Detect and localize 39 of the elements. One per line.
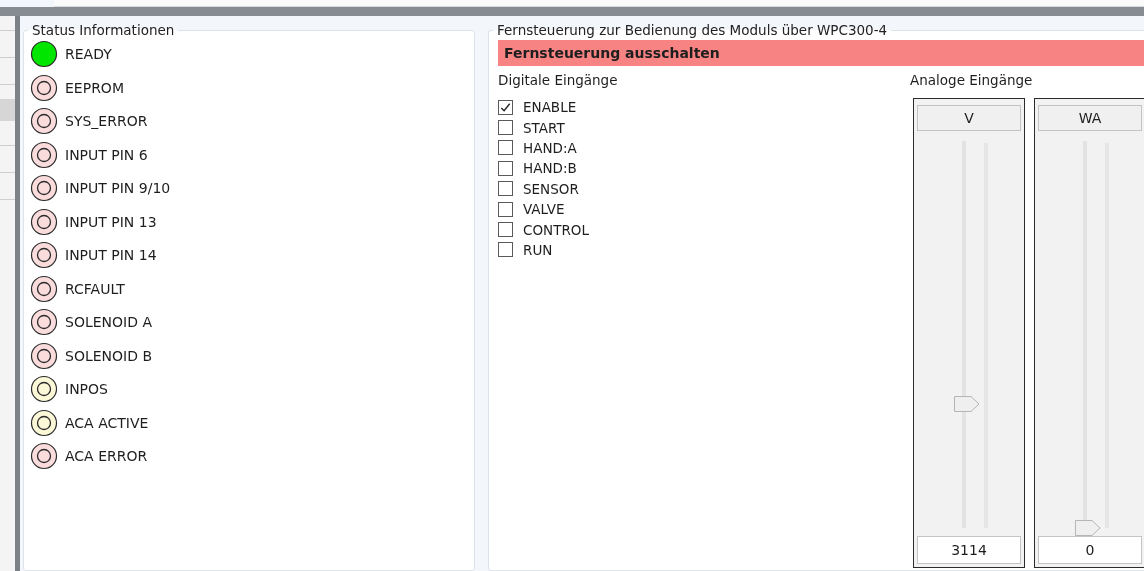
status-label: INPUT PIN 6: [65, 146, 148, 163]
group-title: Status Informationen: [31, 22, 176, 38]
status-label: INPUT PIN 9/10: [65, 180, 171, 196]
channel-button[interactable]: WA: [1038, 105, 1142, 131]
status-label: ACA ERROR: [65, 448, 148, 464]
status-label: EEPROM: [65, 79, 124, 96]
checkbox-label: SENSOR: [523, 180, 579, 197]
status-label: SYS_ERROR: [65, 113, 148, 129]
checkbox[interactable]: [498, 120, 513, 136]
checkbox[interactable]: [498, 242, 513, 258]
channel-button[interactable]: V: [917, 105, 1021, 131]
group-title: Fernsteuerung zur Bedienung des Moduls über WPC300-4: [496, 22, 889, 38]
status-label: INPUT PIN 14: [65, 247, 157, 263]
section-title: Analoge Eingänge: [910, 72, 1034, 90]
remote-off-button[interactable]: Fernsteuerung ausschalten: [498, 40, 1144, 66]
status-label: ACA ACTIVE: [65, 414, 149, 431]
status-label: RCFAULT: [65, 280, 125, 297]
checkbox-label: RUN: [523, 241, 553, 258]
checkbox-label: VALVE: [523, 201, 565, 218]
checkbox[interactable]: [498, 99, 513, 115]
checkbox[interactable]: [498, 201, 513, 217]
checkbox-label: CONTROL: [523, 221, 589, 238]
value-field[interactable]: 3114: [917, 536, 1021, 564]
value-field[interactable]: 0: [1038, 536, 1142, 564]
checkbox[interactable]: [498, 222, 513, 238]
checkbox[interactable]: [498, 140, 513, 156]
checkbox[interactable]: [498, 160, 513, 176]
status-label: SOLENOID A: [65, 314, 152, 330]
status-label: READY: [65, 46, 112, 62]
status-label: INPUT PIN 13: [65, 213, 157, 230]
checkbox-label: HAND:B: [523, 160, 577, 177]
checkbox-label: ENABLE: [523, 99, 577, 116]
status-label: INPOS: [65, 381, 108, 397]
checkbox-label: START: [523, 119, 565, 136]
status-label: SOLENOID B: [65, 347, 152, 364]
checkbox[interactable]: [498, 181, 513, 197]
section-title: Digitale Eingänge: [498, 72, 619, 90]
slider-thumb[interactable]: [954, 396, 980, 413]
checkbox-label: HAND:A: [523, 139, 577, 156]
